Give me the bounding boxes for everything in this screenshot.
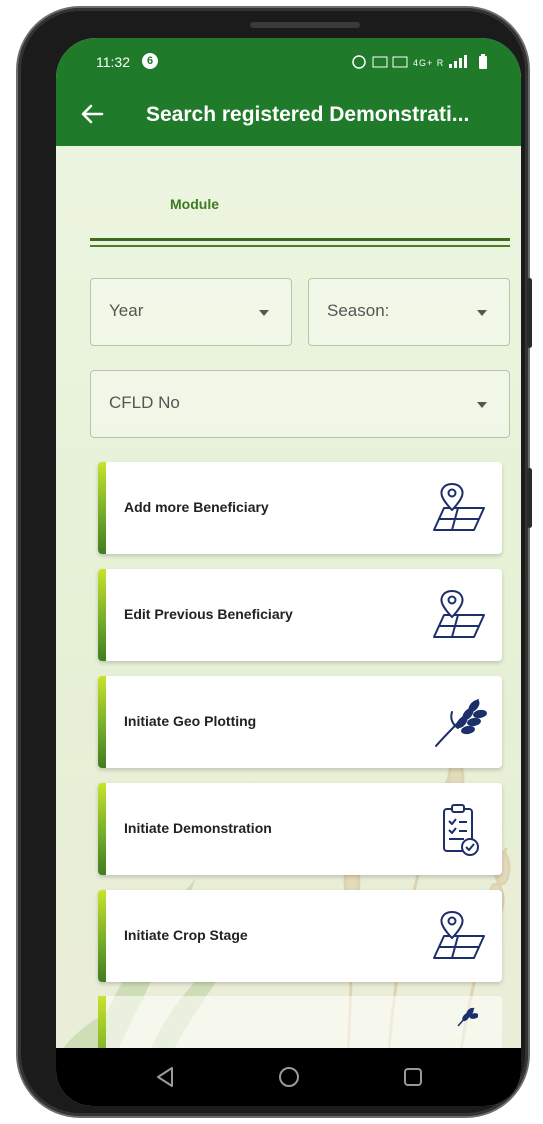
- card-label: Initiate Crop Stage: [124, 927, 248, 943]
- chevron-down-icon: [477, 310, 487, 316]
- wheat-icon: [457, 1007, 478, 1027]
- cfld-dropdown-label: CFLD No: [109, 393, 180, 412]
- season-dropdown[interactable]: Season:: [308, 278, 510, 346]
- speaker-grille: [250, 22, 360, 28]
- map-pin-plot-icon: [433, 911, 485, 959]
- card-accent: [98, 890, 106, 982]
- card-label: Add more Beneficiary: [124, 499, 269, 515]
- initiate-demonstration-card[interactable]: Initiate Demonstration: [98, 783, 502, 875]
- card-label: Initiate Geo Plotting: [124, 713, 257, 729]
- tab-indicator: [90, 238, 510, 241]
- app-screen: 11:32 6 4G+ R Search registered Demonstr…: [56, 38, 521, 1106]
- tab-divider: [90, 245, 510, 247]
- season-dropdown-label: Season:: [327, 301, 390, 320]
- clipboard-check-icon: [443, 804, 479, 856]
- card-accent: [98, 676, 106, 768]
- status-bar: 11:32 6 4G+ R: [56, 38, 521, 84]
- chevron-down-icon: [259, 310, 269, 316]
- card-accent: [98, 783, 106, 875]
- year-dropdown[interactable]: Year: [90, 278, 292, 346]
- status-time: 11:32: [96, 54, 130, 70]
- card-label: Edit Previous Beneficiary: [124, 606, 293, 622]
- card-label: Initiate Demonstration: [124, 820, 272, 836]
- app-bar: Search registered Demonstrati...: [56, 84, 521, 146]
- volume-button: [527, 278, 532, 348]
- page-title: Search registered Demonstrati...: [146, 103, 470, 126]
- back-triangle-icon[interactable]: [152, 1064, 178, 1090]
- phone-frame: 11:32 6 4G+ R Search registered Demonstr…: [18, 8, 532, 1116]
- back-arrow-icon[interactable]: [78, 100, 106, 128]
- tab-module[interactable]: Module: [170, 196, 219, 212]
- card-accent: [98, 569, 106, 661]
- wheat-icon: [435, 699, 487, 747]
- power-button: [527, 468, 532, 528]
- map-pin-plot-icon: [433, 483, 485, 531]
- signal-battery-icon: 4G+ R: [352, 54, 487, 69]
- year-dropdown-label: Year: [109, 301, 144, 320]
- network-label: 4G+ R: [413, 58, 444, 68]
- add-more-beneficiary-card[interactable]: Add more Beneficiary: [98, 462, 502, 554]
- system-nav-bar: [56, 1048, 521, 1106]
- initiate-geo-plotting-card[interactable]: Initiate Geo Plotting: [98, 676, 502, 768]
- recents-square-icon[interactable]: [400, 1064, 426, 1090]
- cfld-dropdown[interactable]: CFLD No: [90, 370, 510, 438]
- initiate-crop-stage-card[interactable]: Initiate Crop Stage: [98, 890, 502, 982]
- edit-previous-beneficiary-card[interactable]: Edit Previous Beneficiary: [98, 569, 502, 661]
- status-indicators: 4G+ R: [351, 54, 501, 73]
- home-circle-icon[interactable]: [276, 1064, 302, 1090]
- chevron-down-icon: [477, 402, 487, 408]
- map-pin-plot-icon: [433, 590, 485, 638]
- card-accent: [98, 462, 106, 554]
- notification-badge: 6: [142, 53, 158, 69]
